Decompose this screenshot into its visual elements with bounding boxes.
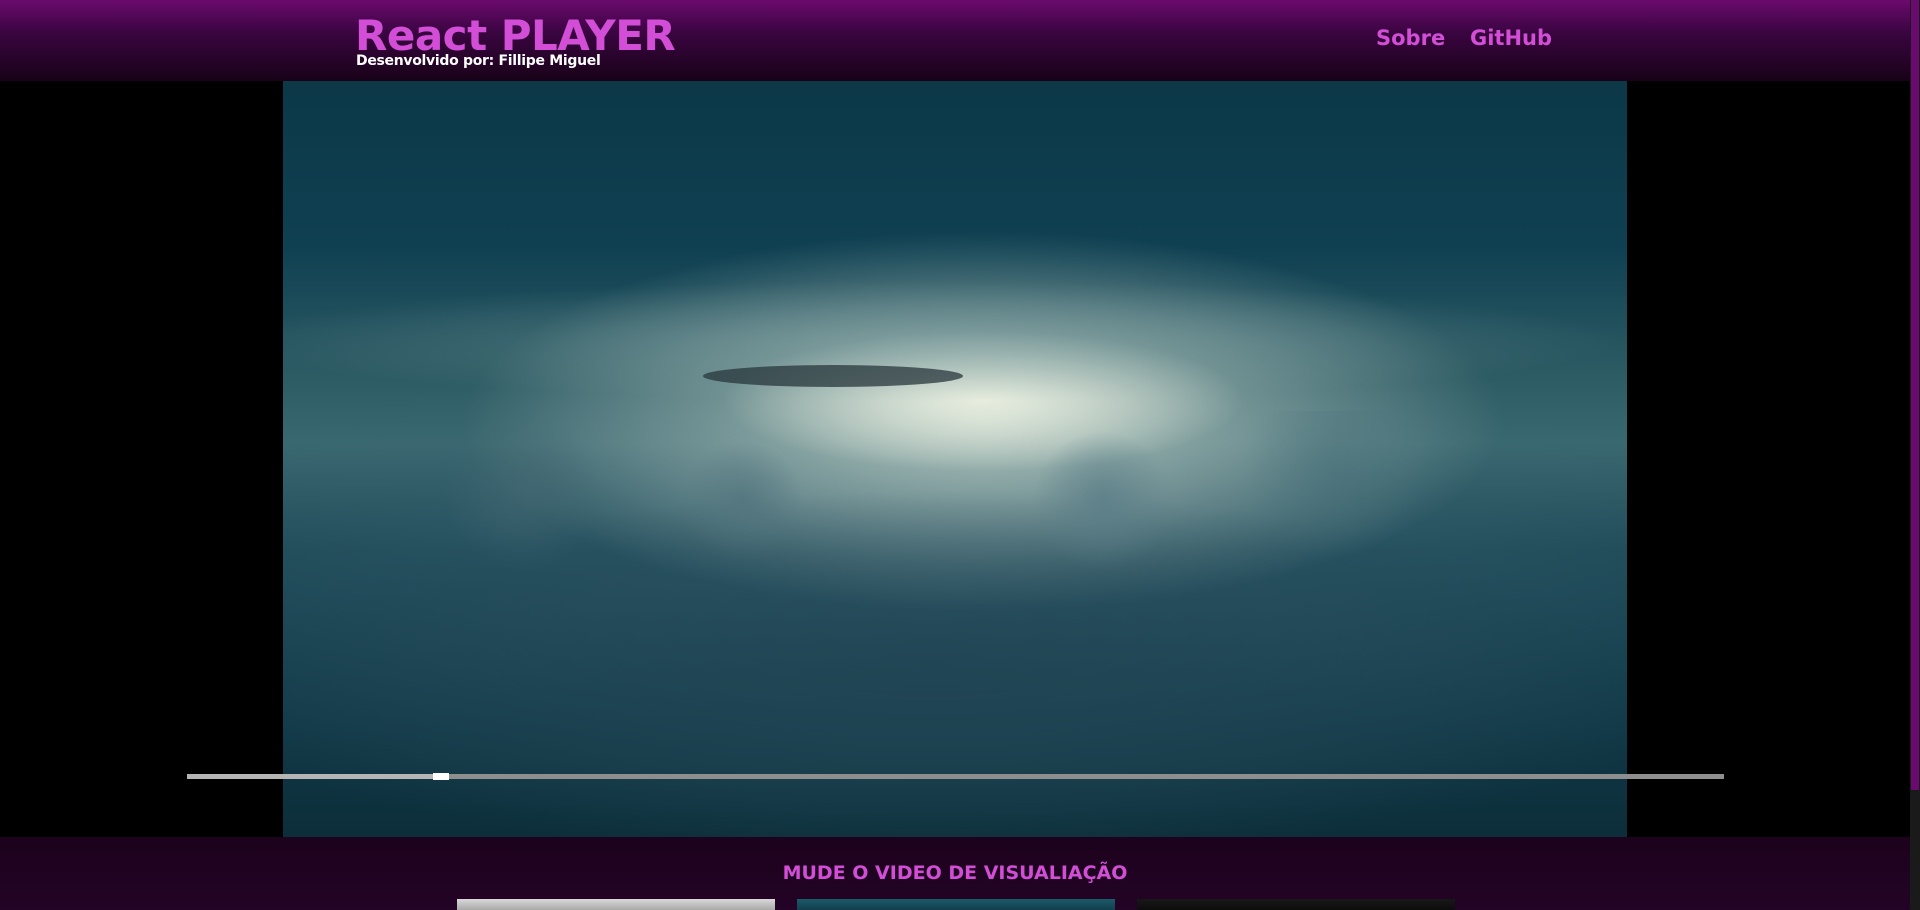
app-subtitle: Desenvolvido por: Fillipe Miguel: [356, 53, 601, 69]
nav-link-github[interactable]: GitHub: [1470, 24, 1552, 52]
video-thumbnail-2[interactable]: [797, 899, 1115, 910]
progress-fill: [187, 774, 441, 779]
progress-bar[interactable]: [187, 773, 1724, 780]
video-list-section: MUDE O VIDEO DE VISUALIAÇÃO: [0, 837, 1910, 910]
video-thumbnail-1[interactable]: [457, 899, 775, 910]
video-player: 1X: [0, 81, 1910, 900]
video-thumbnail-3[interactable]: [1137, 899, 1455, 910]
video-frame[interactable]: [283, 81, 1627, 837]
progress-handle[interactable]: [432, 773, 449, 780]
site-header: React PLAYER Desenvolvido por: Fillipe M…: [0, 0, 1910, 81]
video-image-lens-cloud: [703, 365, 963, 387]
video-image-cloud-band: [283, 281, 1627, 401]
page-scrollbar-thumb[interactable]: [1911, 0, 1919, 790]
nav-link-sobre[interactable]: Sobre: [1376, 24, 1445, 52]
video-list-title: MUDE O VIDEO DE VISUALIAÇÃO: [782, 862, 1128, 884]
